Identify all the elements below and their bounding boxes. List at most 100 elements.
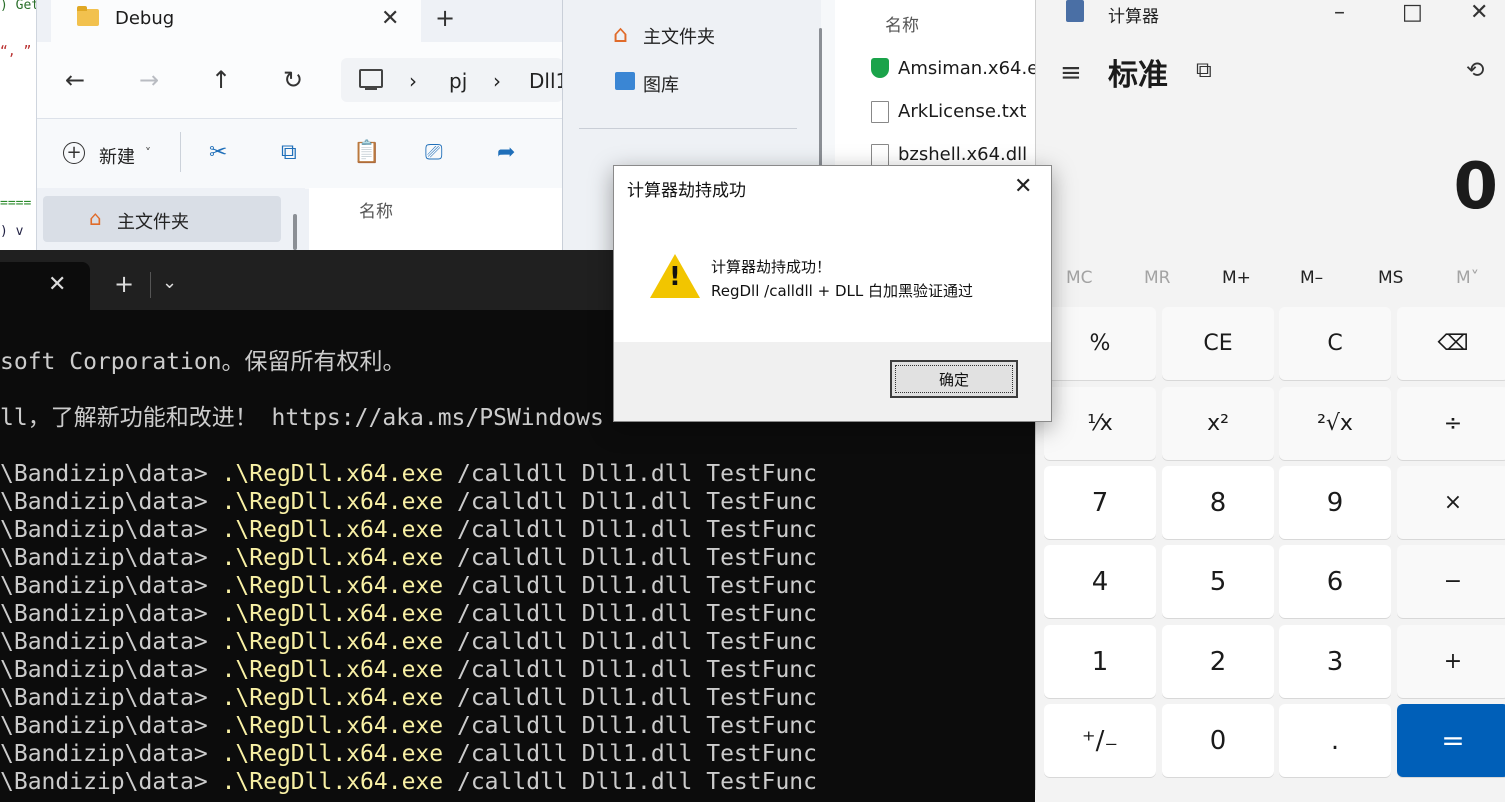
keep-on-top-icon[interactable]: ⧉ bbox=[1196, 58, 1212, 83]
terminal-command-line: \Bandizip\data> .\RegDll.x64.exe /calldl… bbox=[0, 768, 817, 796]
calc-key[interactable]: 3 bbox=[1279, 625, 1391, 698]
calc-key[interactable]: ²√x bbox=[1279, 387, 1391, 460]
terminal-command: .\RegDll.x64.exe bbox=[221, 629, 444, 655]
calc-key[interactable]: 1 bbox=[1044, 625, 1156, 698]
close-icon[interactable]: ✕ bbox=[1014, 174, 1032, 199]
message-dialog: 计算器劫持成功 ✕ ! 计算器劫持成功！ RegDll /calldll + D… bbox=[613, 165, 1052, 422]
calc-key[interactable]: % bbox=[1044, 307, 1156, 380]
share-icon[interactable]: ➦ bbox=[497, 140, 515, 165]
column-header-name[interactable]: 名称 bbox=[885, 11, 919, 36]
calc-key[interactable]: × bbox=[1397, 466, 1505, 539]
terminal-command: .\RegDll.x64.exe bbox=[221, 685, 444, 711]
code-text: ==== bbox=[0, 196, 32, 211]
computer-icon bbox=[359, 69, 383, 88]
up-arrow-icon[interactable]: ↑ bbox=[211, 66, 231, 94]
memory-button[interactable]: MC bbox=[1066, 268, 1093, 288]
terminal-command: .\RegDll.x64.exe bbox=[221, 517, 444, 543]
close-tab-icon[interactable]: ✕ bbox=[48, 272, 66, 297]
breadcrumb-pj[interactable]: pj bbox=[449, 69, 467, 93]
terminal-prompt: \Bandizip\data> bbox=[0, 713, 222, 739]
calc-key[interactable]: . bbox=[1279, 704, 1391, 777]
divider bbox=[579, 128, 797, 129]
shield-icon bbox=[871, 58, 889, 78]
terminal-output-line: soft Corporation。保留所有权利。 bbox=[0, 349, 406, 375]
calc-key[interactable]: ÷ bbox=[1397, 387, 1505, 460]
back-arrow-icon[interactable]: ← bbox=[65, 66, 85, 94]
copy-icon[interactable]: ⧉ bbox=[281, 140, 297, 165]
terminal-command-line: \Bandizip\data> .\RegDll.x64.exe /calldl… bbox=[0, 572, 817, 600]
calc-key[interactable]: ⁺/₋ bbox=[1044, 704, 1156, 777]
memory-button[interactable]: M– bbox=[1300, 268, 1323, 288]
terminal-command-line: \Bandizip\data> .\RegDll.x64.exe /calldl… bbox=[0, 600, 817, 628]
file-list bbox=[309, 188, 563, 250]
file-item[interactable]: ArkLicense.txt bbox=[898, 101, 1027, 122]
close-tab-icon[interactable]: ✕ bbox=[381, 6, 399, 31]
minimize-icon[interactable]: – bbox=[1334, 0, 1345, 25]
terminal-command: .\RegDll.x64.exe bbox=[221, 713, 444, 739]
terminal-prompt: \Bandizip\data> bbox=[0, 573, 222, 599]
column-header-name[interactable]: 名称 bbox=[359, 197, 393, 222]
calc-key[interactable]: 9 bbox=[1279, 466, 1391, 539]
terminal-command-line: \Bandizip\data> .\RegDll.x64.exe /calldl… bbox=[0, 460, 817, 488]
file-item[interactable]: Amsiman.x64.ex bbox=[898, 58, 1036, 79]
ok-button[interactable]: 确定 bbox=[890, 360, 1018, 398]
folder-icon bbox=[77, 6, 99, 26]
new-button[interactable]: 新建 bbox=[99, 143, 135, 169]
paste-icon[interactable]: 📋 bbox=[353, 140, 380, 165]
dll-file-icon bbox=[871, 144, 889, 166]
dialog-message-detail: RegDll /calldll + DLL 白加黑验证通过 bbox=[711, 282, 973, 300]
terminal-command-line: \Bandizip\data> .\RegDll.x64.exe /calldl… bbox=[0, 516, 817, 544]
calc-key[interactable]: + bbox=[1397, 625, 1505, 698]
calc-key[interactable]: = bbox=[1397, 704, 1505, 777]
calc-key[interactable]: 2 bbox=[1162, 625, 1274, 698]
terminal-tab[interactable] bbox=[0, 262, 90, 310]
new-tab-button[interactable]: + bbox=[114, 270, 134, 298]
forward-arrow-icon[interactable]: → bbox=[139, 66, 159, 94]
close-icon[interactable]: ✕ bbox=[1470, 0, 1488, 25]
calc-key[interactable]: ¹⁄x bbox=[1044, 387, 1156, 460]
maximize-icon[interactable]: □ bbox=[1402, 0, 1423, 25]
calc-key[interactable]: 4 bbox=[1044, 545, 1156, 618]
terminal-command: .\RegDll.x64.exe bbox=[221, 769, 444, 795]
terminal-arguments: /calldll Dll1.dll TestFunc bbox=[443, 461, 817, 487]
calc-key[interactable]: 5 bbox=[1162, 545, 1274, 618]
home-icon: ⌂ bbox=[613, 20, 629, 48]
new-tab-button[interactable]: + bbox=[435, 4, 455, 32]
hamburger-menu-icon[interactable]: ≡ bbox=[1060, 58, 1082, 88]
terminal-prompt: \Bandizip\data> bbox=[0, 601, 222, 627]
scrollbar[interactable] bbox=[819, 28, 822, 188]
breadcrumb-dll1[interactable]: Dll1 bbox=[529, 69, 563, 93]
file-item[interactable]: bzshell.x64.dll bbox=[898, 144, 1027, 165]
calc-key[interactable]: 6 bbox=[1279, 545, 1391, 618]
calc-key[interactable]: x² bbox=[1162, 387, 1274, 460]
terminal-command: .\RegDll.x64.exe bbox=[221, 657, 444, 683]
toolbar-divider bbox=[180, 132, 181, 172]
terminal-prompt: \Bandizip\data> bbox=[0, 657, 222, 683]
calc-key[interactable]: − bbox=[1397, 545, 1505, 618]
tab-debug[interactable]: Debug ✕ bbox=[51, 0, 421, 42]
memory-button[interactable]: MR bbox=[1144, 268, 1170, 288]
terminal-arguments: /calldll Dll1.dll TestFunc bbox=[443, 713, 817, 739]
history-icon[interactable]: ⟲ bbox=[1466, 58, 1484, 83]
sidebar-item-gallery[interactable]: 图库 bbox=[643, 71, 679, 97]
calc-key[interactable]: ⌫ bbox=[1397, 307, 1505, 380]
scrollbar[interactable] bbox=[293, 214, 297, 250]
rename-icon[interactable]: ⎚ bbox=[425, 140, 443, 165]
calc-key[interactable]: CE bbox=[1162, 307, 1274, 380]
refresh-icon[interactable]: ↻ bbox=[283, 66, 303, 94]
new-plus-icon[interactable]: + bbox=[63, 142, 85, 164]
calc-key[interactable]: 0 bbox=[1162, 704, 1274, 777]
dialog-message: 计算器劫持成功！ bbox=[711, 258, 832, 276]
terminal-command: .\RegDll.x64.exe bbox=[221, 573, 444, 599]
memory-button[interactable]: MS bbox=[1378, 268, 1403, 288]
chevron-down-icon[interactable]: ˅ bbox=[145, 146, 151, 160]
dialog-title: 计算器劫持成功 bbox=[627, 181, 746, 201]
cut-icon[interactable]: ✂ bbox=[209, 140, 227, 165]
chevron-down-icon[interactable]: ⌄ bbox=[162, 272, 177, 293]
calc-key[interactable]: 7 bbox=[1044, 466, 1156, 539]
sidebar-item-home[interactable]: 主文件夹 bbox=[643, 23, 715, 49]
memory-button[interactable]: M˅ bbox=[1456, 268, 1479, 288]
calc-key[interactable]: 8 bbox=[1162, 466, 1274, 539]
memory-button[interactable]: M+ bbox=[1222, 268, 1251, 288]
calc-key[interactable]: C bbox=[1279, 307, 1391, 380]
